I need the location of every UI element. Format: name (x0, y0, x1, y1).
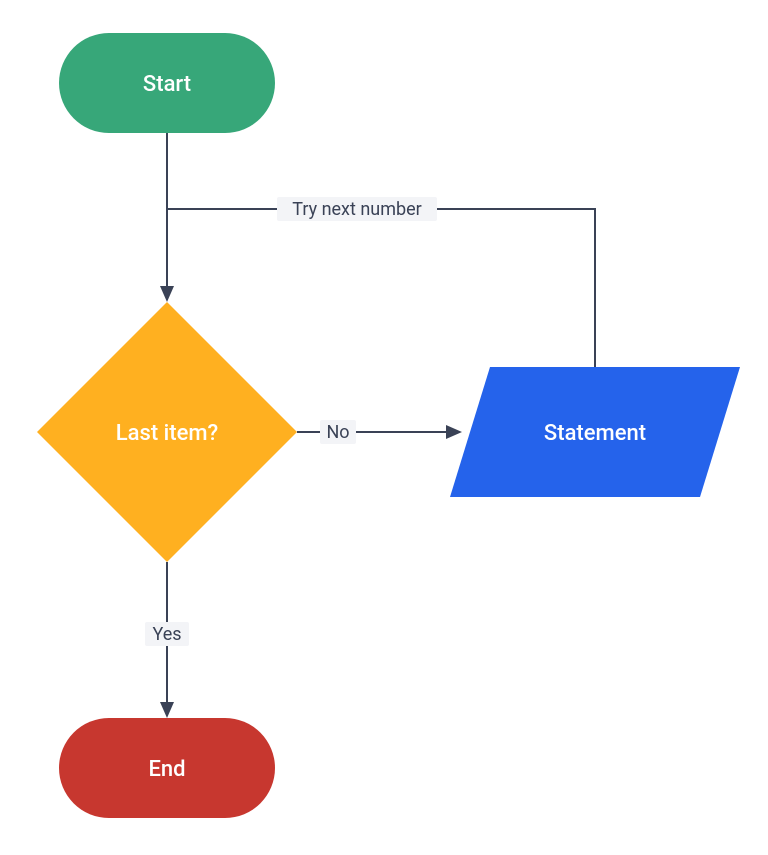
flowchart-diagram: No Yes Try next number Start Last item? … (0, 0, 768, 855)
edge-decision-to-end: Yes (145, 562, 189, 718)
node-start: Start (59, 33, 275, 133)
node-statement: Statement (450, 367, 740, 497)
node-end-label: End (148, 757, 185, 782)
node-decision: Last item? (37, 302, 297, 562)
edge-decision-to-statement: No (297, 420, 462, 444)
node-start-label: Start (143, 72, 191, 97)
edge-label-yes: Yes (152, 624, 181, 645)
node-decision-label: Last item? (116, 421, 218, 446)
edge-label-no: No (326, 422, 349, 443)
edge-label-try-next: Try next number (292, 199, 422, 220)
edge-start-to-decision (160, 133, 174, 302)
edge-statement-to-decision: Try next number (167, 197, 595, 367)
node-statement-label: Statement (544, 421, 646, 446)
node-end: End (59, 718, 275, 818)
